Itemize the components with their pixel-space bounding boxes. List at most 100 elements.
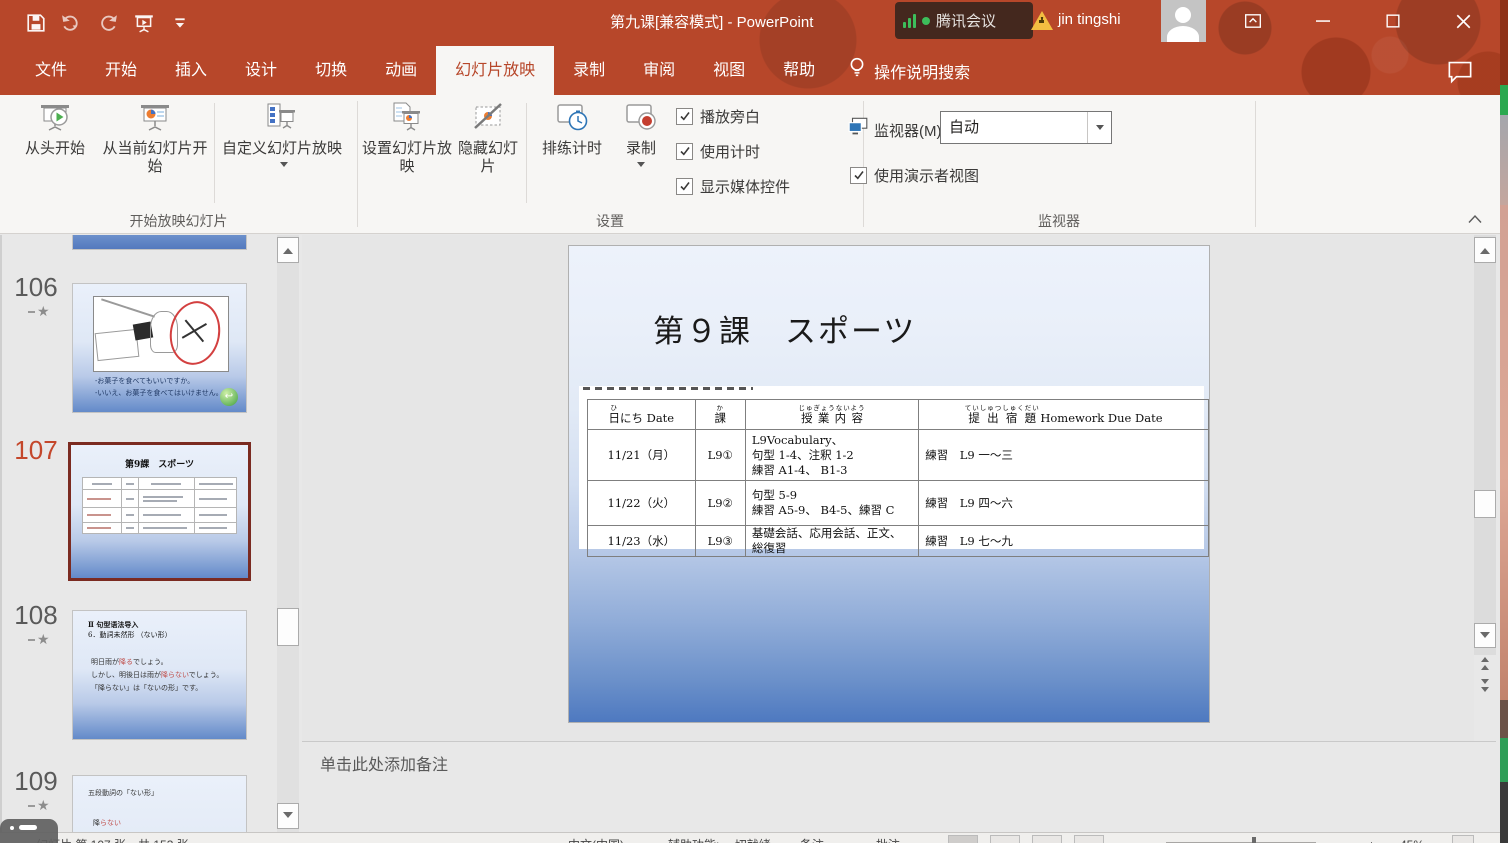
- scroll-up-button[interactable]: [1474, 237, 1496, 263]
- use-timings-checkbox[interactable]: 使用计时: [676, 141, 760, 161]
- comment-bubble-icon[interactable]: [1447, 60, 1473, 89]
- cell-lesson: L9③: [695, 526, 745, 557]
- slide-canvas[interactable]: 第９課 スポーツ 日ひにち Date 課か 授業内容じゅぎょうないよう 提出宿題…: [568, 245, 1210, 723]
- zoom-out-icon[interactable]: −: [1146, 835, 1153, 843]
- maximize-icon[interactable]: [1370, 0, 1416, 42]
- mini-schedule-table: [82, 477, 237, 534]
- customize-qat-icon[interactable]: [168, 11, 192, 35]
- scrollbar-thumb[interactable]: [1474, 490, 1496, 518]
- zoom-slider-handle[interactable]: [1252, 837, 1256, 843]
- rehearse-timings-icon: [555, 100, 589, 134]
- mini-slide-title: 第9課 スポーツ: [71, 457, 248, 470]
- tab-home[interactable]: 开始: [86, 46, 156, 95]
- tab-slide-show[interactable]: 幻灯片放映: [436, 46, 554, 95]
- thumbnail-slide-109[interactable]: 五段動詞の「ない形」 降らない 降ります: [72, 775, 247, 832]
- slide-number-108: 108: [8, 600, 64, 631]
- close-icon[interactable]: [1440, 0, 1486, 42]
- thumbnail-slide-107-selected[interactable]: 第9課 スポーツ: [68, 442, 251, 581]
- from-beginning-icon: [38, 100, 72, 134]
- monitor-dropdown[interactable]: 自动: [940, 111, 1112, 144]
- group-separator: [1255, 101, 1256, 227]
- scroll-down-button[interactable]: [1474, 623, 1496, 648]
- button-separator: [214, 103, 215, 203]
- notes-placeholder[interactable]: 单击此处添加备注: [320, 751, 448, 775]
- tab-record[interactable]: 录制: [554, 46, 624, 95]
- collapse-ribbon-icon[interactable]: [1462, 209, 1488, 229]
- from-beginning-button[interactable]: 从头开始: [14, 100, 96, 158]
- nav-back-icon[interactable]: ↩: [220, 388, 238, 406]
- redo-icon[interactable]: [96, 11, 120, 35]
- setup-slide-show-button[interactable]: 设置幻灯片放映: [362, 100, 452, 176]
- previous-slide-button[interactable]: [1478, 655, 1492, 670]
- cell-date: 11/22（火）: [588, 481, 696, 526]
- animation-star-icon: ★: [28, 303, 58, 320]
- from-current-slide-button[interactable]: 从当前幻灯片开始: [96, 100, 214, 176]
- thumbnails-scrollbar[interactable]: [277, 235, 299, 832]
- edge-strip: [1500, 738, 1508, 782]
- slideshow-view-icon[interactable]: [1074, 835, 1104, 843]
- custom-slide-show-button[interactable]: 自定义幻灯片放映: [222, 100, 342, 176]
- fit-to-window-icon[interactable]: [1452, 835, 1474, 843]
- ribbon-display-options-icon[interactable]: [1230, 0, 1276, 42]
- slide-sorter-view-icon[interactable]: [990, 835, 1020, 843]
- accessibility-status[interactable]: 辅助功能: 一切就绪: [668, 835, 771, 843]
- language-indicator[interactable]: 中文(中国): [568, 835, 624, 843]
- comments-toggle[interactable]: 批注: [876, 835, 900, 843]
- tab-insert[interactable]: 插入: [156, 46, 226, 95]
- animation-star-icon: ★: [28, 631, 58, 648]
- setup-slide-show-label: 设置幻灯片放映: [362, 140, 452, 175]
- tab-animations[interactable]: 动画: [366, 46, 436, 95]
- tab-review[interactable]: 审阅: [624, 46, 694, 95]
- use-presenter-view-checkbox[interactable]: 使用演示者视图: [850, 165, 979, 185]
- reading-view-icon[interactable]: [1032, 835, 1062, 843]
- tell-me-label: 操作说明搜索: [874, 59, 970, 83]
- tab-transitions[interactable]: 切换: [296, 46, 366, 95]
- undo-icon[interactable]: [60, 11, 84, 35]
- avatar[interactable]: [1161, 0, 1206, 42]
- tell-me-search[interactable]: 操作说明搜索: [834, 46, 984, 95]
- tab-view[interactable]: 视图: [694, 46, 764, 95]
- rehearse-timings-button[interactable]: 排练计时: [532, 100, 612, 158]
- tab-help[interactable]: 帮助: [764, 46, 834, 95]
- table-row: 11/22（火） L9② 句型 5-9 練習 A5-9、 B4-5、練習 C 練…: [588, 481, 1209, 526]
- notes-pane[interactable]: 单击此处添加备注: [302, 741, 1496, 833]
- thumbnail-slide-106[interactable]: -お菓子を食べてもいいですか。 -いいえ、お菓子を食べてはいけません。 ↩: [72, 283, 247, 413]
- header-homework: 提出宿題ていしゅつしゅくだい Homework Due Date: [919, 400, 1209, 430]
- tencent-meeting-badge[interactable]: 腾讯会议: [895, 2, 1033, 39]
- record-label: 录制: [626, 140, 656, 157]
- main-scrollbar[interactable]: [1474, 235, 1496, 655]
- notes-toggle[interactable]: 备注: [800, 835, 824, 843]
- scroll-up-button[interactable]: [277, 237, 299, 263]
- tab-design[interactable]: 设计: [226, 46, 296, 95]
- zoom-in-icon[interactable]: +: [1368, 835, 1375, 843]
- combo-arrow[interactable]: [1087, 112, 1111, 143]
- next-slide-button[interactable]: [1478, 679, 1492, 694]
- table-header-row: 日ひにち Date 課か 授業内容じゅぎょうないよう 提出宿題ていしゅつしゅくだ…: [588, 400, 1209, 430]
- save-icon[interactable]: [24, 11, 48, 35]
- dropdown-caret-icon: [637, 162, 645, 171]
- hide-slide-button[interactable]: 隐藏幻灯片: [452, 100, 524, 176]
- edge-strip: [1500, 700, 1508, 738]
- play-narrations-checkbox[interactable]: 播放旁白: [676, 106, 760, 126]
- show-media-controls-checkbox[interactable]: 显示媒体控件: [676, 176, 790, 196]
- account-name[interactable]: jin tingshi: [1058, 11, 1121, 28]
- cell-content: 基礎会話、応用会話、正文、総復習: [745, 526, 918, 557]
- meeting-mini-overlay[interactable]: [0, 819, 58, 843]
- schedule-table: 日ひにち Date 課か 授業内容じゅぎょうないよう 提出宿題ていしゅつしゅくだ…: [587, 399, 1209, 557]
- header-date: 日ひにち Date: [588, 400, 696, 430]
- clipped-text-line: [583, 387, 753, 390]
- thumbnail-slide-108[interactable]: Ⅱ 句型语法导入 6．動詞未然形 （ない形） 明日雨が降るでしょう。 しかし、明…: [72, 610, 247, 740]
- zoom-level[interactable]: 45%: [1400, 835, 1424, 843]
- powerpoint-window: 第九课[兼容模式] - PowerPoint 腾讯会议 jin tingshi …: [0, 0, 1508, 843]
- normal-view-icon[interactable]: [948, 835, 978, 843]
- record-button[interactable]: 录制: [614, 100, 668, 176]
- tab-file[interactable]: 文件: [16, 46, 86, 95]
- edge-strip: [1500, 0, 1508, 85]
- scrollbar-thumb[interactable]: [277, 608, 299, 646]
- minimize-icon[interactable]: [1300, 0, 1346, 42]
- cartoon-image: [93, 296, 229, 372]
- signal-bars-icon: [903, 14, 916, 28]
- scroll-down-button[interactable]: [277, 803, 299, 829]
- thumbnail-partial-top[interactable]: [72, 235, 247, 250]
- start-slideshow-icon[interactable]: [132, 11, 156, 35]
